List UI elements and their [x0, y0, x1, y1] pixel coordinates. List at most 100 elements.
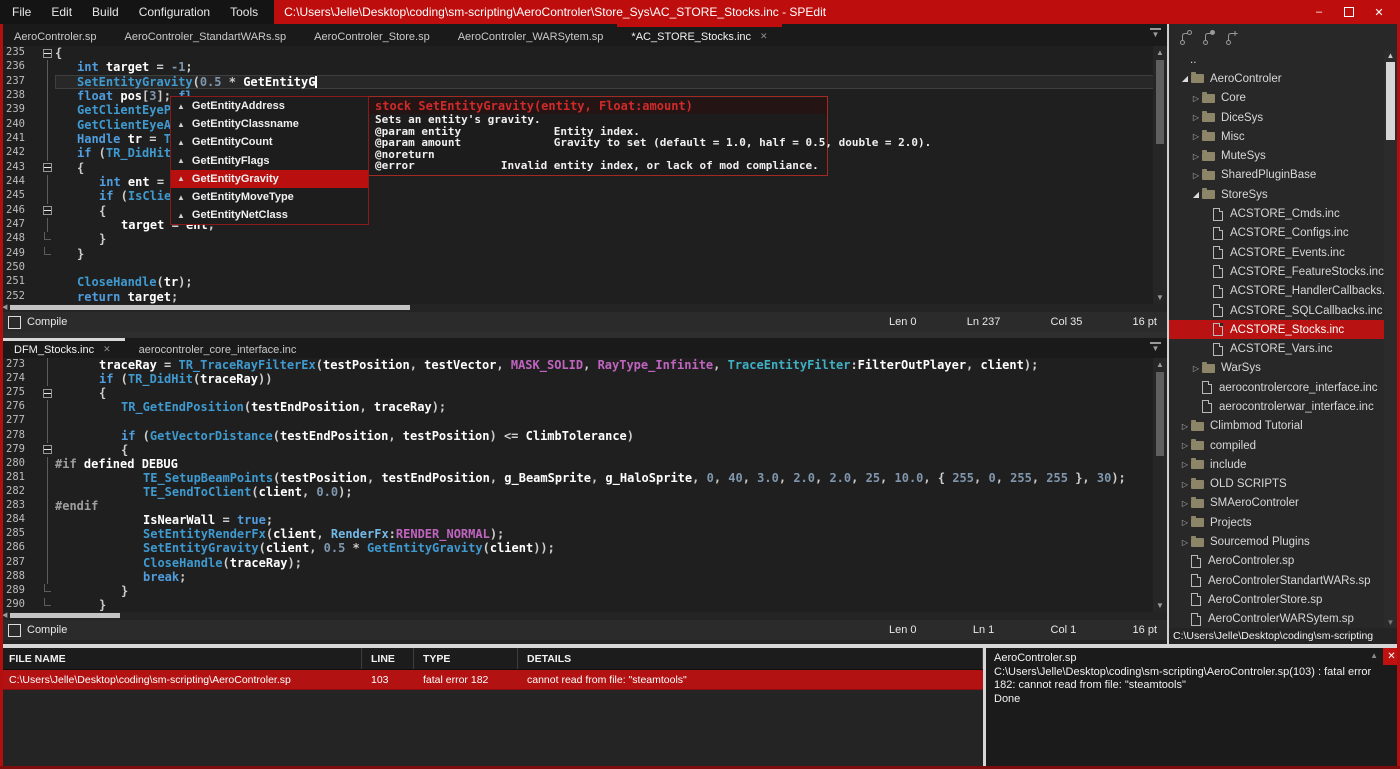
tree-item-smaerocontroler[interactable]: ▷ SMAeroControler	[1169, 494, 1384, 513]
tree-item-sourcemod-plugins[interactable]: ▷ Sourcemod Plugins	[1169, 532, 1384, 551]
scrollbar-thumb[interactable]	[10, 305, 410, 310]
chevron-collapsed-icon[interactable]: ▷	[1190, 364, 1202, 373]
tree-item-old-scripts[interactable]: ▷ OLD SCRIPTS	[1169, 475, 1384, 494]
fold-marker[interactable]	[40, 414, 55, 429]
tree-item--[interactable]: ..	[1169, 50, 1384, 69]
fold-marker[interactable]	[40, 131, 55, 147]
tab-dfm-stocks-inc[interactable]: DFM_Stocks.inc ✕	[0, 338, 125, 358]
vertical-scrollbar[interactable]: ▲ ▼	[1153, 46, 1167, 304]
tree-item-aerocontrolerstore-sp[interactable]: AeroControlerStore.sp	[1169, 590, 1384, 609]
fold-marker[interactable]	[40, 598, 55, 612]
minimize-button[interactable]: –	[1304, 0, 1334, 24]
fold-marker[interactable]	[40, 499, 55, 514]
fold-marker[interactable]	[40, 189, 55, 204]
scroll-up-icon[interactable]: ▲	[1370, 651, 1378, 660]
scrollbar-thumb[interactable]	[1156, 60, 1164, 144]
fold-marker[interactable]	[40, 569, 55, 584]
menu-build[interactable]: Build	[82, 0, 129, 24]
tab-aerocontroler-sp[interactable]: AeroControler.sp	[0, 24, 111, 46]
tab-close-icon[interactable]: ✕	[103, 344, 111, 355]
menu-tools[interactable]: Tools	[220, 0, 268, 24]
tree-item-core[interactable]: ▷ Core	[1169, 89, 1384, 108]
sidebar-scrollbar[interactable]: ▲ ▼	[1384, 50, 1397, 628]
fold-marker[interactable]	[40, 358, 55, 373]
scroll-up-icon[interactable]: ▲	[1153, 48, 1167, 57]
tree-item-warsys[interactable]: ▷ WarSys	[1169, 359, 1384, 378]
compile-checkbox[interactable]	[8, 623, 21, 637]
maximize-button[interactable]	[1334, 0, 1364, 24]
chevron-collapsed-icon[interactable]: ▷	[1190, 171, 1202, 180]
fold-marker[interactable]	[40, 386, 55, 400]
chevron-collapsed-icon[interactable]: ▷	[1190, 132, 1202, 141]
fold-marker[interactable]	[40, 456, 55, 471]
tree-item-acstore-vars-inc[interactable]: ACSTORE_Vars.inc	[1169, 339, 1384, 358]
chevron-collapsed-icon[interactable]: ▷	[1179, 460, 1191, 469]
fold-marker[interactable]	[40, 484, 55, 500]
editor-bottom[interactable]: 273 traceRay = TR_TraceRayFilterEx(testPo…	[0, 358, 1167, 612]
tab-list-icon[interactable]: ▼	[1150, 28, 1161, 40]
vertical-scrollbar[interactable]: ▲ ▼	[1153, 358, 1167, 612]
tree-item-aerocontrolerwarsytem-sp[interactable]: AeroControlerWARSytem.sp	[1169, 610, 1384, 628]
autocomplete-item[interactable]: ▲ GetEntityCount	[171, 133, 368, 151]
fold-marker[interactable]	[40, 470, 55, 486]
menu-configuration[interactable]: Configuration	[129, 0, 220, 24]
fold-marker[interactable]	[40, 46, 55, 60]
compile-checkbox[interactable]	[8, 315, 21, 329]
horizontal-scrollbar-top[interactable]: ◀	[0, 304, 1167, 312]
scrollbar-thumb[interactable]	[10, 613, 120, 618]
tree-item-projects[interactable]: ▷ Projects	[1169, 513, 1384, 532]
tree-item-acstore-handlercallbacks-inc[interactable]: ACSTORE_HandlerCallbacks.inc	[1169, 282, 1384, 301]
tab--ac-store-stocks-inc[interactable]: *AC_STORE_Stocks.inc ✕	[617, 24, 782, 46]
tree-item-aerocontrolerstandartwars-sp[interactable]: AeroControlerStandartWARs.sp	[1169, 571, 1384, 590]
tree-item-aerocontrolercore-interface-inc[interactable]: aerocontrolercore_interface.inc	[1169, 378, 1384, 397]
autocomplete-item[interactable]: ▲ GetEntityMoveType	[171, 188, 368, 206]
fold-marker[interactable]	[40, 428, 55, 443]
chevron-collapsed-icon[interactable]: ▷	[1179, 518, 1191, 527]
tab-close-icon[interactable]: ✕	[760, 31, 768, 42]
autocomplete-item[interactable]: ▲ GetEntityAddress	[171, 97, 368, 115]
scroll-up-icon[interactable]: ▲	[1384, 51, 1397, 60]
fold-marker[interactable]	[40, 217, 55, 233]
tree-item-storesys[interactable]: ◢ StoreSys	[1169, 185, 1384, 204]
autocomplete-item[interactable]: ▲ GetEntityGravity	[171, 169, 368, 188]
chevron-collapsed-icon[interactable]: ▷	[1179, 441, 1191, 450]
chevron-collapsed-icon[interactable]: ▷	[1190, 94, 1202, 103]
fold-marker[interactable]	[40, 103, 55, 118]
tree-item-acstore-events-inc[interactable]: ACSTORE_Events.inc	[1169, 243, 1384, 262]
chevron-collapsed-icon[interactable]: ▷	[1179, 422, 1191, 431]
branch-dot-icon[interactable]	[1202, 29, 1216, 46]
scroll-down-icon[interactable]: ▼	[1153, 293, 1167, 302]
fold-marker[interactable]	[40, 584, 55, 598]
tab-aerocontroler-core-interface-inc[interactable]: aerocontroler_core_interface.inc	[125, 338, 311, 358]
tree-item-aerocontroler[interactable]: ◢ AeroControler	[1169, 69, 1384, 88]
tab-aerocontroler-standartwars-sp[interactable]: AeroControler_StandartWARs.sp	[111, 24, 301, 46]
menu-edit[interactable]: Edit	[41, 0, 82, 24]
scroll-down-icon[interactable]: ▼	[1384, 618, 1397, 627]
tree-item-acstore-configs-inc[interactable]: ACSTORE_Configs.inc	[1169, 224, 1384, 243]
scroll-down-icon[interactable]: ▼	[1153, 601, 1167, 610]
horizontal-scrollbar-bottom[interactable]: ◀	[0, 612, 1167, 620]
branch-plus-icon[interactable]	[1225, 29, 1239, 46]
fold-marker[interactable]	[40, 232, 55, 246]
autocomplete-item[interactable]: ▲ GetEntityClassname	[171, 115, 368, 133]
tab-aerocontroler-warsytem-sp[interactable]: AeroControler_WARSytem.sp	[444, 24, 618, 46]
tree-item-mutesys[interactable]: ▷ MuteSys	[1169, 146, 1384, 165]
fold-marker[interactable]	[40, 247, 55, 261]
tree-item-compiled[interactable]: ▷ compiled	[1169, 436, 1384, 455]
fold-marker[interactable]	[40, 117, 55, 133]
tree-item-dicesys[interactable]: ▷ DiceSys	[1169, 108, 1384, 127]
fold-marker[interactable]	[40, 372, 55, 387]
fold-marker[interactable]	[40, 443, 55, 457]
chevron-collapsed-icon[interactable]: ▷	[1179, 480, 1191, 489]
fold-marker[interactable]	[40, 527, 55, 542]
tree-item-aerocontrolerwar-interface-inc[interactable]: aerocontrolerwar_interface.inc	[1169, 397, 1384, 416]
chevron-collapsed-icon[interactable]: ▷	[1179, 538, 1191, 547]
fold-marker[interactable]	[40, 60, 55, 75]
autocomplete-item[interactable]: ▲ GetEntityNetClass	[171, 206, 368, 224]
scrollbar-thumb[interactable]	[1156, 372, 1164, 456]
menu-file[interactable]: File	[2, 0, 41, 24]
fold-marker[interactable]	[40, 88, 55, 104]
tree-item-aerocontroler-sp[interactable]: AeroControler.sp	[1169, 552, 1384, 571]
editor-top[interactable]: 235 {236 int target = -1; 237 SetEntityGravi…	[0, 46, 1167, 304]
fold-marker[interactable]	[40, 174, 55, 190]
